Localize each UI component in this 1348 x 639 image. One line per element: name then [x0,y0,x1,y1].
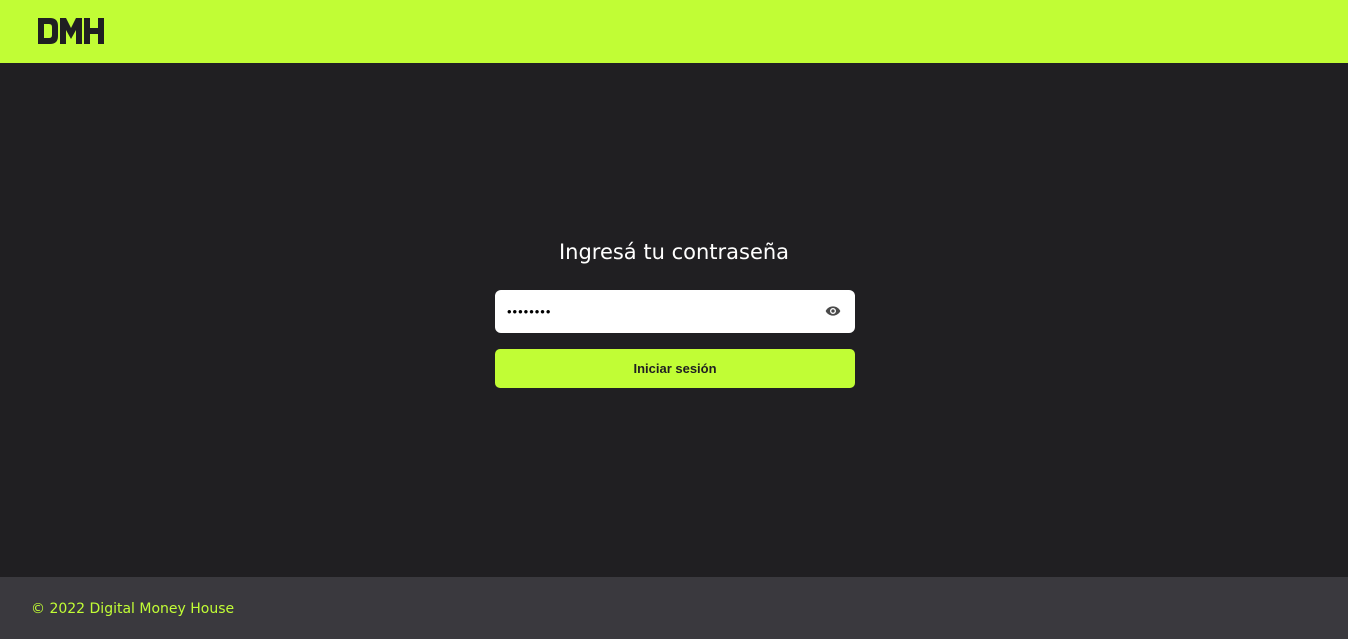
dmh-logo[interactable] [38,18,104,44]
eye-icon[interactable] [824,303,842,319]
password-input[interactable] [507,290,807,333]
password-field-wrapper [495,290,855,333]
page-footer: © 2022 Digital Money House [0,577,1348,639]
copyright-text: © 2022 Digital Money House [31,601,235,617]
top-header [0,0,1348,63]
login-button[interactable]: Iniciar sesión [495,349,855,388]
page-title: Ingresá tu contraseña [558,240,790,264]
main-content: Ingresá tu contraseña Iniciar sesión [0,63,1348,577]
